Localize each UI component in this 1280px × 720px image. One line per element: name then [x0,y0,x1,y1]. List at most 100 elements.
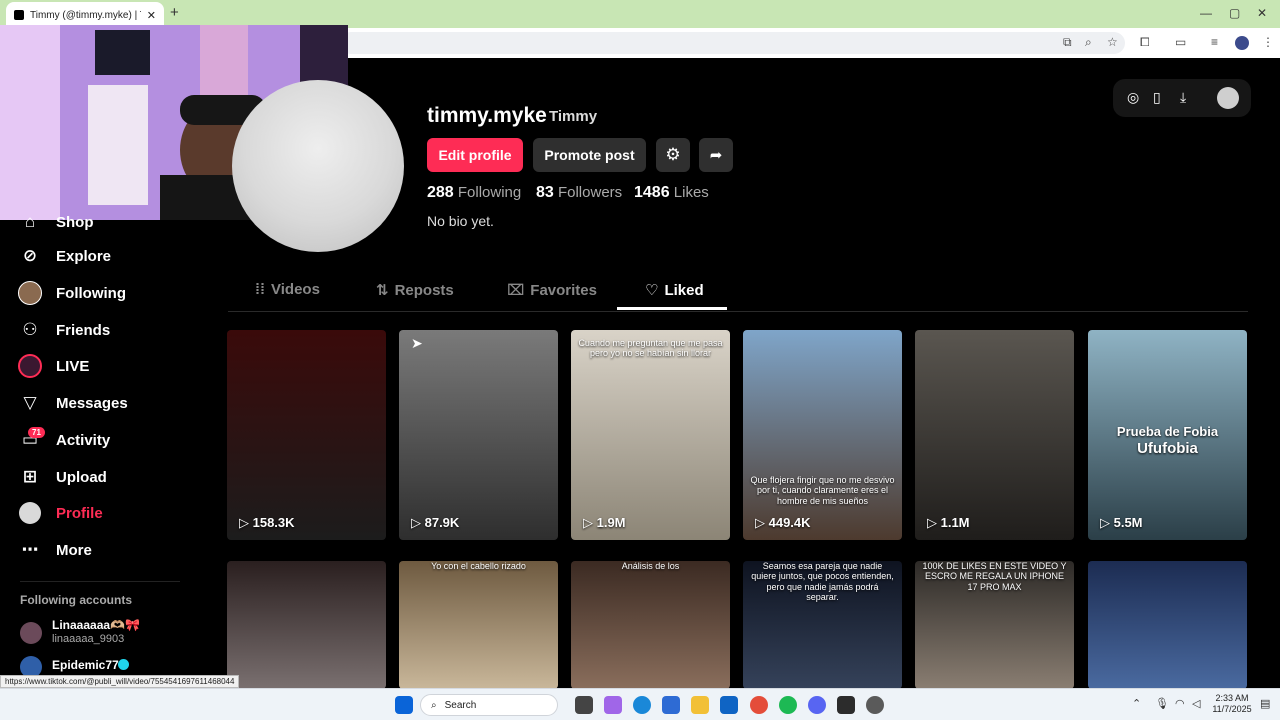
video-card[interactable]: Que flojera fingir que no me desvivo por… [743,330,902,540]
settings-gear-icon[interactable]: ⚙ [656,138,690,172]
video-card[interactable]: ▷ 1.1M [915,330,1074,540]
tab-favorites[interactable]: ⌧ Favorites [507,281,597,300]
sidebar-item-profile[interactable]: Profile [18,501,103,525]
omnibox[interactable] [340,32,1125,54]
windows-start-icon[interactable] [395,696,413,714]
profile-avatar-large[interactable] [232,80,404,252]
view-count-text: 158.3K [252,515,295,530]
browser-tab-strip: Timmy (@timmy.myke) | TikTok ✕ + — ▢ ✕ [0,0,1280,28]
chevron-up-icon[interactable]: ⌃ [1132,697,1141,710]
store-icon[interactable] [662,696,680,714]
spotify-icon[interactable] [779,696,797,714]
tab-liked[interactable]: ♡ Liked [645,281,704,300]
video-overlay-text: Yo con el cabello rizado [431,561,526,571]
phone-icon[interactable]: ▯ [1153,89,1161,106]
copilot-icon[interactable] [604,696,622,714]
video-card[interactable]: Análisis de los [571,561,730,689]
tab-label: Videos [271,281,320,298]
tab-videos[interactable]: ⁞⁞ Videos [255,281,320,298]
following-account-item[interactable]: Epidemic77 [20,656,200,678]
bookmark-star-icon[interactable]: ☆ [1107,35,1118,49]
close-window-icon[interactable]: ✕ [1257,6,1267,20]
following-stat[interactable]: 288 Following [427,184,521,202]
tiktok-coin-icon[interactable]: ◎ [1127,89,1139,106]
microphone-icon[interactable]: 🎙 [1155,697,1169,710]
install-app-icon[interactable]: ⧉ [1063,35,1072,50]
video-card[interactable]: ▷ 158.3K [227,330,386,540]
active-tab-indicator [617,307,727,310]
profile-avatar [18,501,42,525]
share-icon[interactable]: ➦ [699,138,733,172]
following-account-item[interactable]: Linaaaaaa🫶🏼🎀 linaaaaa_9903 [20,618,200,648]
extensions-icon[interactable]: ⧠ [1140,35,1150,50]
video-card[interactable] [227,561,386,689]
app-icon[interactable] [866,696,884,714]
video-card[interactable]: 100K DE LIKES EN ESTE VIDEO Y ESCRO ME R… [915,561,1074,689]
chrome-icon[interactable] [750,696,768,714]
close-tab-icon[interactable]: ✕ [147,9,156,22]
wifi-icon[interactable]: ◠ [1175,697,1185,710]
discord-icon[interactable] [808,696,826,714]
menu-icon[interactable]: ⋮ [1262,35,1274,49]
view-count-text: 5.5M [1113,515,1143,530]
view-count-text: 87.9K [424,515,460,530]
sidebar-item-label: Shop [56,213,94,231]
volume-icon[interactable]: ◁ [1192,697,1200,710]
video-overlay-text: 100K DE LIKES EN ESTE VIDEO Y ESCRO ME R… [922,561,1067,592]
zoom-icon[interactable]: ⌕ [1085,35,1092,50]
followers-stat[interactable]: 83 Followers [536,184,622,202]
sidebar-item-following[interactable]: Following [18,281,126,305]
following-accounts-title: Following accounts [20,593,133,607]
sidebar-item-label: More [56,541,92,559]
edge-icon[interactable] [633,696,651,714]
notification-icon[interactable]: ▤ [1260,697,1270,710]
sidebar-item-messages[interactable]: ▽ Messages [18,391,127,415]
activity-badge: 71 [28,427,45,438]
video-card[interactable] [1088,561,1247,689]
edit-profile-button[interactable]: Edit profile [427,138,523,172]
outlook-icon[interactable] [720,696,738,714]
file-explorer-icon[interactable] [691,696,709,714]
play-icon: ▷ [239,515,253,530]
video-overlay-text: Seamos esa pareja que nadie quiere junto… [751,561,894,603]
sidebar-item-live[interactable]: LIVE [18,354,89,378]
likes-stat: 1486 Likes [634,184,709,202]
following-count: 288 [427,184,454,201]
minimize-icon[interactable]: — [1200,6,1212,20]
cast-icon[interactable]: ▭ [1175,35,1186,49]
xbox-icon[interactable] [837,696,855,714]
sidebar-item-more[interactable]: ⋯ More [18,538,92,562]
sidebar-item-upload[interactable]: ⊞ Upload [18,465,107,489]
sidebar-item-explore[interactable]: ⊘ Explore [18,244,111,268]
video-card[interactable]: Cuando me preguntan que me pasa pero yo … [571,330,730,540]
video-view-count: ▷ 1.1M [927,515,970,531]
video-card[interactable]: Seamos esa pareja que nadie quiere junto… [743,561,902,689]
sidebar-item-friends[interactable]: ⚇ Friends [18,318,110,342]
download-icon[interactable]: ⤓ [1180,89,1186,106]
video-overlay-text: Prueba de Fobia [1116,424,1219,439]
play-icon: ▷ [1100,515,1114,530]
clock[interactable]: 2:33 AM 11/7/2025 [1210,693,1254,715]
profile-icon[interactable] [1235,36,1249,50]
account-avatar [20,622,42,644]
video-card[interactable]: ▷ 87.9K [399,330,558,540]
avatar-small[interactable] [1217,87,1239,109]
promote-post-button[interactable]: Promote post [533,138,646,172]
task-view-icon[interactable] [575,696,593,714]
tab-reposts[interactable]: ⇅ Reposts [376,281,454,300]
video-card[interactable]: Prueba de Fobia Ufufobia ▷ 5.5M [1088,330,1247,540]
taskbar-search-label: Search [444,699,477,711]
view-count-text: 1.9M [596,515,626,530]
taskbar-search[interactable]: ⌕ Search [420,694,558,716]
play-icon: ▷ [927,515,941,530]
repost-icon: ⇅ [376,282,389,299]
account-handle: linaaaaa_9903 [52,633,125,645]
new-tab-button[interactable]: + [170,4,179,21]
sidebar-item-shop[interactable]: ⌂ Shop [18,210,94,234]
video-view-count: ▷ 87.9K [411,515,459,531]
maximize-icon[interactable]: ▢ [1229,6,1240,20]
media-icon[interactable]: ≡ [1211,35,1218,49]
video-card[interactable]: Yo con el cabello rizado [399,561,558,689]
sidebar-item-label: Activity [56,431,111,449]
tab-label: Reposts [394,281,454,299]
